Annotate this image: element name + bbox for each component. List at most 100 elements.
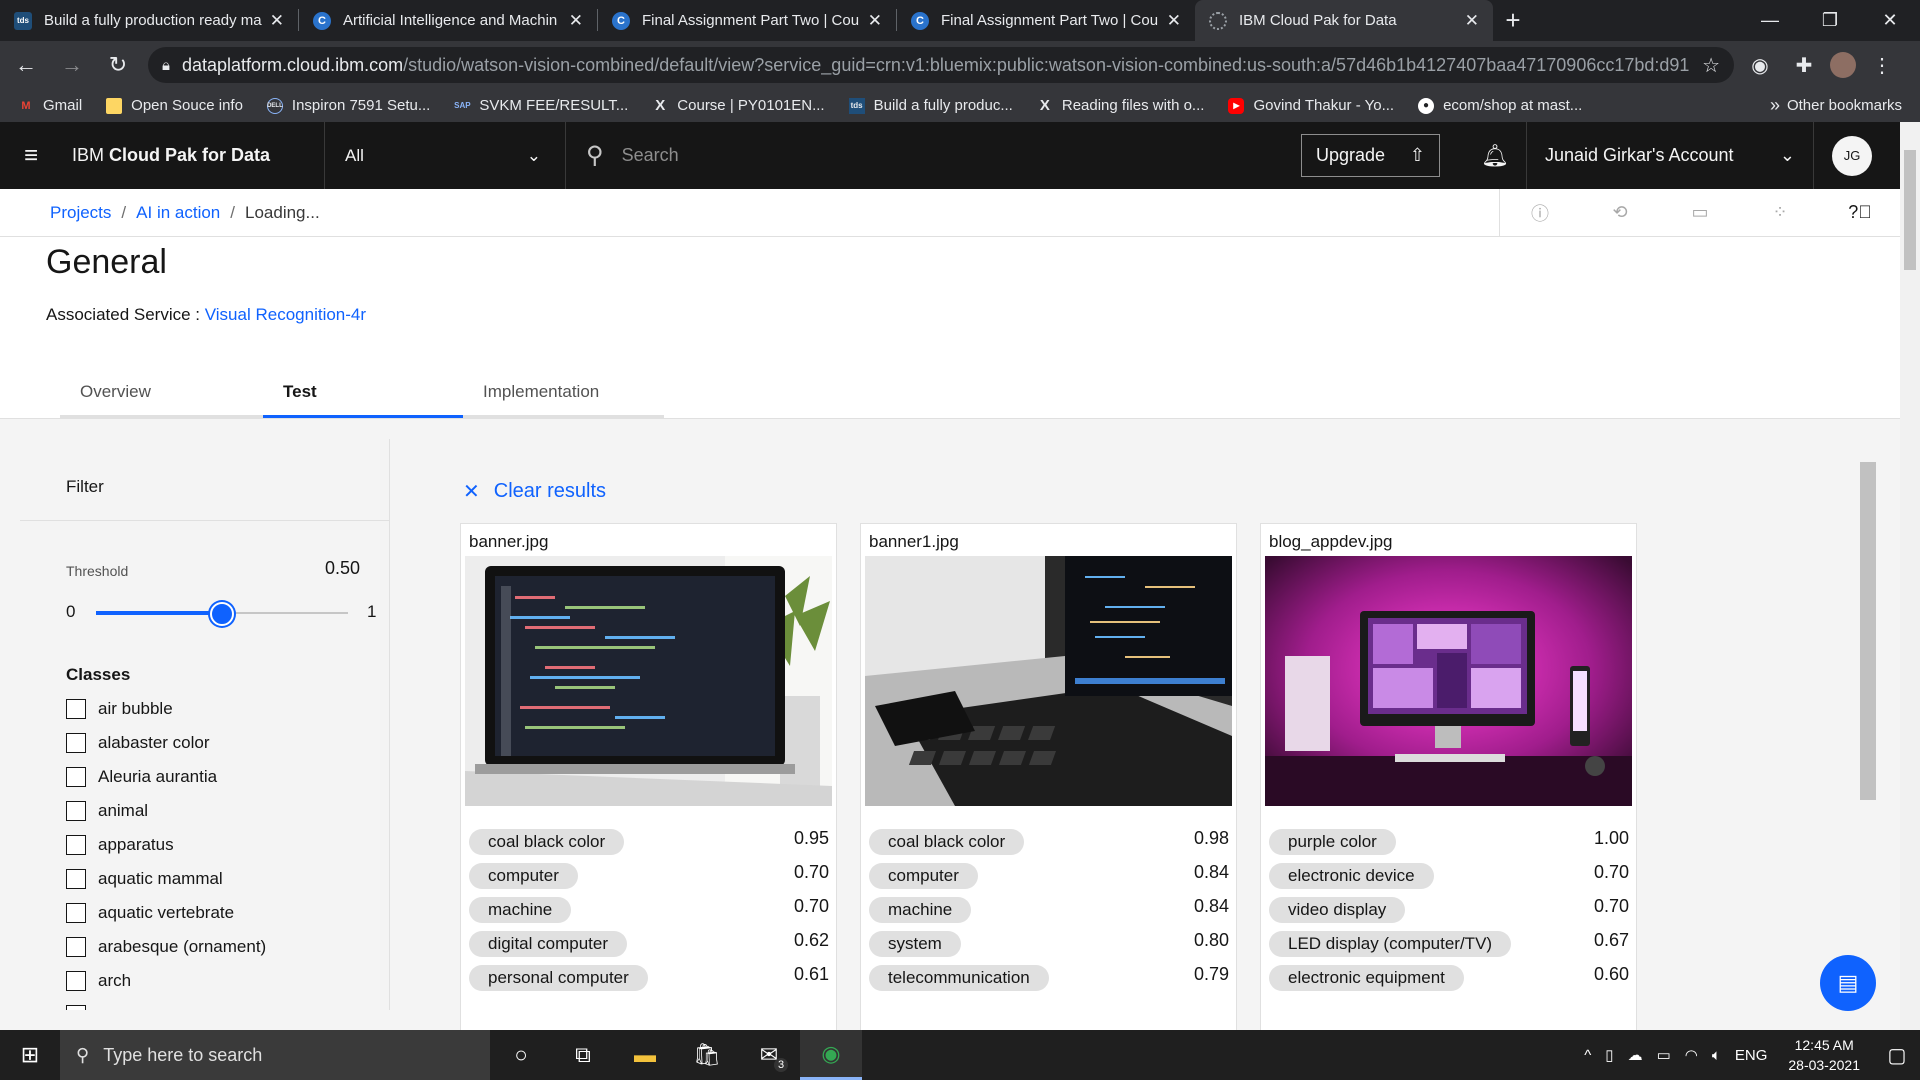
checkbox[interactable] xyxy=(66,1005,86,1010)
checkbox[interactable] xyxy=(66,903,86,923)
close-icon[interactable]: ✕ xyxy=(1167,11,1181,31)
class-checkbox-item[interactable]: aquatic vertebrate xyxy=(66,896,289,930)
taskbar-search[interactable]: ⚲ Type here to search xyxy=(60,1030,490,1080)
onedrive-icon[interactable]: ☁ xyxy=(1628,1046,1643,1064)
bookmark-tds[interactable]: tds Build a fully produc... xyxy=(848,97,1013,114)
clear-results-button[interactable]: ✕ Clear results xyxy=(463,479,606,504)
chat-icon[interactable]: ▤ xyxy=(1820,955,1876,1011)
chevron-up-icon[interactable]: ^ xyxy=(1584,1047,1591,1064)
clock[interactable]: 12:45 AM 28-03-2021 xyxy=(1788,1035,1860,1075)
tab-implementation[interactable]: Implementation xyxy=(463,368,664,418)
class-checkbox-item[interactable]: air bubble xyxy=(66,692,289,726)
cortana-icon[interactable]: ○ xyxy=(490,1030,552,1080)
search-input[interactable]: ⚲ Search xyxy=(566,122,1301,189)
threshold-slider[interactable] xyxy=(96,602,348,626)
class-checkbox-item[interactable]: Aleuria aurantia xyxy=(66,760,289,794)
class-checkbox-item[interactable]: area xyxy=(66,998,289,1010)
checkbox[interactable] xyxy=(66,835,86,855)
associated-service-link[interactable]: Visual Recognition-4r xyxy=(205,305,366,324)
page-scrollbar[interactable] xyxy=(1900,122,1920,1030)
forward-icon[interactable]: → xyxy=(52,45,92,85)
restore-icon[interactable]: ❐ xyxy=(1800,0,1860,41)
close-icon[interactable]: ✕ xyxy=(1465,11,1479,31)
slider-handle[interactable] xyxy=(210,602,234,626)
volume-icon[interactable]: 🔈︎ xyxy=(1712,1047,1721,1064)
hamburger-menu-icon[interactable]: ≡ xyxy=(0,122,62,189)
wifi-icon[interactable]: ◠ xyxy=(1685,1046,1698,1064)
class-checkbox-item[interactable]: animal xyxy=(66,794,289,828)
results-scrollbar[interactable] xyxy=(1860,440,1876,1030)
store-icon[interactable]: 🛍︎ xyxy=(676,1030,738,1080)
checkbox[interactable] xyxy=(66,767,86,787)
checkbox[interactable] xyxy=(66,801,86,821)
tab-overview[interactable]: Overview xyxy=(60,368,263,418)
checkbox[interactable] xyxy=(66,869,86,889)
bookmark-star-icon[interactable]: ☆ xyxy=(1702,53,1720,78)
class-checkbox-item[interactable]: arch xyxy=(66,964,289,998)
scrollbar-thumb[interactable] xyxy=(1904,150,1916,270)
info-icon[interactable]: ⓘ xyxy=(1500,189,1580,236)
profile-avatar-icon[interactable] xyxy=(1830,52,1856,78)
chrome-menu-icon[interactable]: ⋮ xyxy=(1864,47,1900,83)
scope-dropdown[interactable]: All ⌄ xyxy=(324,122,566,189)
checkbox[interactable] xyxy=(66,971,86,991)
class-checkbox-item[interactable]: aquatic mammal xyxy=(66,862,289,896)
task-view-icon[interactable]: ⧉ xyxy=(552,1030,614,1080)
new-tab-button[interactable]: + xyxy=(1493,0,1533,41)
browser-tab[interactable]: tds Build a fully production ready ma ✕ xyxy=(0,0,298,41)
scrollbar-thumb[interactable] xyxy=(1860,462,1876,800)
browser-tab-active[interactable]: IBM Cloud Pak for Data ✕ xyxy=(1195,0,1493,41)
close-icon[interactable]: ✕ xyxy=(270,11,284,31)
bookmark-reading[interactable]: X Reading files with o... xyxy=(1037,97,1205,114)
result-card[interactable]: banner.jpg coal black color 0.95 compute… xyxy=(460,523,837,1030)
account-switcher[interactable]: Junaid Girkar's Account ⌄ xyxy=(1526,122,1814,189)
checkbox[interactable] xyxy=(66,699,86,719)
bookmark-gmail[interactable]: M Gmail xyxy=(18,97,82,114)
windows-start-icon[interactable]: ⊞ xyxy=(0,1030,60,1080)
browser-tab[interactable]: C Final Assignment Part Two | Cour ✕ xyxy=(897,0,1195,41)
class-checkbox-item[interactable]: apparatus xyxy=(66,828,289,862)
notification-bell-icon[interactable]: 🔔︎ xyxy=(1464,122,1526,189)
brand[interactable]: IBM Cloud Pak for Data xyxy=(62,145,324,166)
result-card[interactable]: blog_appdev.jpg purple color 1.00 electr… xyxy=(1260,523,1637,1030)
history-icon[interactable]: ⟲ xyxy=(1580,189,1660,236)
mail-icon[interactable]: ✉ 3 xyxy=(738,1030,800,1080)
bookmark-dell[interactable]: DELL Inspiron 7591 Setu... xyxy=(266,97,430,114)
close-window-icon[interactable]: ✕ xyxy=(1860,0,1920,41)
browser-tab[interactable]: C Final Assignment Part Two | Cour ✕ xyxy=(598,0,896,41)
other-bookmarks[interactable]: Other bookmarks xyxy=(1778,97,1902,114)
avatar[interactable]: JG xyxy=(1832,135,1872,176)
checkbox[interactable] xyxy=(66,733,86,753)
device-icon[interactable]: ▯ xyxy=(1605,1046,1613,1064)
extension-icon[interactable]: ◉ xyxy=(1742,47,1778,83)
battery-icon[interactable]: ▭ xyxy=(1657,1046,1671,1064)
breadcrumb-projects[interactable]: Projects xyxy=(50,203,111,223)
class-checkbox-item[interactable]: alabaster color xyxy=(66,726,289,760)
close-icon[interactable]: ✕ xyxy=(868,11,882,31)
breadcrumb-project[interactable]: AI in action xyxy=(136,203,220,223)
file-explorer-icon[interactable]: ▬ xyxy=(614,1030,676,1080)
address-bar[interactable]: 🔒︎ dataplatform.cloud.ibm.com /studio/wa… xyxy=(148,47,1734,83)
notifications-icon[interactable]: ▢ xyxy=(1874,1030,1920,1080)
comments-icon[interactable]: ▭ xyxy=(1660,189,1740,236)
assets-icon[interactable]: ⁘ xyxy=(1740,189,1820,236)
checkbox[interactable] xyxy=(66,937,86,957)
chrome-icon[interactable]: ◉ xyxy=(800,1030,862,1080)
bookmark-sap[interactable]: SAP SVKM FEE/RESULT... xyxy=(454,97,628,114)
back-icon[interactable]: ← xyxy=(6,45,46,85)
minimize-icon[interactable]: — xyxy=(1740,0,1800,41)
upgrade-button[interactable]: Upgrade ⇧ xyxy=(1301,134,1440,177)
help-icon[interactable]: ?⃝ xyxy=(1820,189,1900,236)
bookmark-youtube[interactable]: ▶ Govind Thakur - Yo... xyxy=(1228,97,1394,114)
extensions-puzzle-icon[interactable]: ✚ xyxy=(1786,47,1822,83)
close-icon[interactable]: ✕ xyxy=(569,11,583,31)
class-checkbox-item[interactable]: arabesque (ornament) xyxy=(66,930,289,964)
language-indicator[interactable]: ENG xyxy=(1735,1047,1768,1064)
browser-tab[interactable]: C Artificial Intelligence and Machin ✕ xyxy=(299,0,597,41)
bookmark-folder[interactable]: Open Souce info xyxy=(106,97,243,114)
bookmark-course[interactable]: X Course | PY0101EN... xyxy=(652,97,824,114)
tab-test[interactable]: Test xyxy=(263,368,463,418)
bookmark-github[interactable]: ● ecom/shop at mast... xyxy=(1418,97,1582,114)
result-card[interactable]: banner1.jpg coal black color 0.98 comput… xyxy=(860,523,1237,1030)
reload-icon[interactable]: ↻ xyxy=(98,45,138,85)
